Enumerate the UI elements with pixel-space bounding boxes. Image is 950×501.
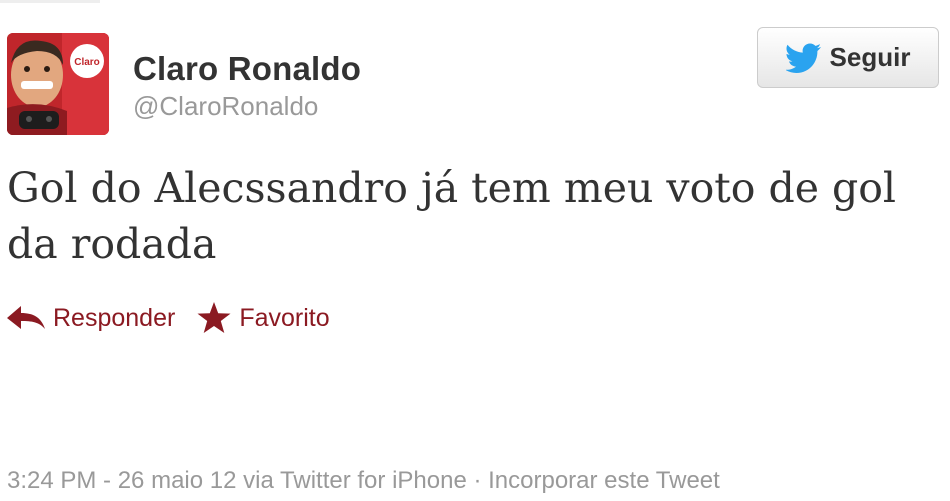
favorite-label: Favorito (239, 303, 330, 332)
reply-button[interactable]: Responder (7, 304, 175, 333)
tweet-timestamp[interactable]: 3:24 PM - 26 maio 12 (7, 467, 236, 494)
reply-label: Responder (53, 303, 176, 332)
tweet-meta: 3:24 PM - 26 maio 12 via Twitter for iPh… (7, 467, 720, 495)
avatar[interactable]: Claro (7, 33, 109, 135)
tweet-text-line-1: Gol do Alecssandro já tem meu voto de go… (7, 164, 897, 212)
tweet-source-link[interactable]: Twitter for iPhone (280, 467, 467, 494)
top-divider (0, 0, 100, 3)
tweet-actions: Responder Favorito (7, 302, 330, 334)
avatar-badge-text: Claro (74, 57, 100, 68)
follow-button-label: Seguir (829, 42, 911, 72)
star-icon (197, 302, 231, 334)
embed-tweet-link[interactable]: Incorporar este Tweet (488, 467, 720, 494)
reply-arrow-icon (7, 305, 45, 331)
tweet-text: Gol do Alecssandro já tem meu voto de go… (7, 160, 927, 272)
favorite-button[interactable]: Favorito (197, 302, 330, 334)
tweet-text-line-2: da rodada (7, 220, 217, 268)
avatar-image: Claro (7, 33, 109, 135)
twitter-bird-icon (785, 43, 822, 73)
follow-button[interactable]: Seguir (757, 27, 939, 88)
screen-name[interactable]: @ClaroRonaldo (133, 91, 318, 122)
meta-separator: · (466, 467, 489, 494)
via-text: via (236, 467, 281, 494)
display-name[interactable]: Claro Ronaldo (133, 50, 361, 88)
